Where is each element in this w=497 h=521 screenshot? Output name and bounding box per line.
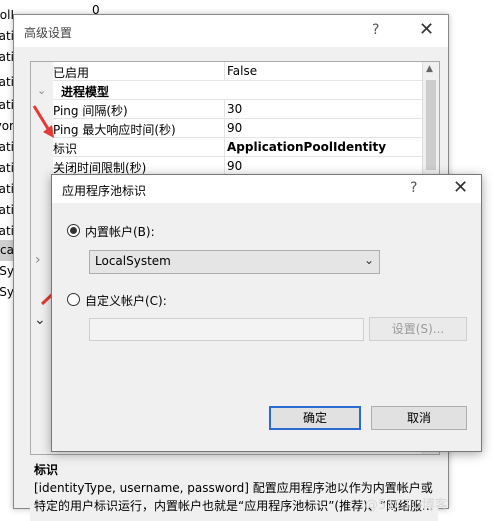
close-button[interactable]: ✕ [419,19,434,40]
list-item: cati [0,29,14,43]
list-item: cati [0,224,14,238]
property-name: Ping 间隔(秒) [53,104,128,118]
advanced-settings-titlebar: 高级设置 ? ✕ [14,15,448,47]
builtin-account-select[interactable]: LocalSystem ⌄ [89,250,380,274]
property-value: False [227,64,258,78]
builtin-account-label[interactable]: 内置帐户(B): [85,223,155,240]
list-item: cati [0,182,14,196]
property-value: ApplicationPoolIdentity [227,140,387,154]
select-value: LocalSystem [95,254,171,268]
list-item: Sy [0,285,14,299]
custom-account-label[interactable]: 自定义帐户(C): [85,292,167,309]
property-row-identity[interactable]: 标识 ApplicationPoolIdentity [31,138,423,157]
column-divider [224,138,225,157]
list-item: cati [0,203,14,217]
list-item: cati [0,75,14,89]
property-name: 标识 [53,142,78,156]
chevron-down-icon: ⌄ [363,253,374,267]
description-heading: 标识 [34,463,59,477]
scrollbar-thumb[interactable] [426,80,436,170]
chevron-down-icon[interactable]: ⌄ [34,312,46,328]
custom-account-field[interactable] [89,318,364,341]
section-title: 进程模型 [61,85,110,99]
background-app-pool-list: cationPoolI cati cati cati cati vor cati… [0,0,14,521]
column-divider [224,100,225,119]
scroll-up-icon[interactable]: ▲ [426,64,433,74]
window-title: 高级设置 [24,26,73,40]
watermark: @51CTO博客 [365,498,448,513]
set-credentials-button[interactable]: 设置(S)... [369,317,467,341]
property-name: Ping 最大响应时间(秒) [53,123,176,137]
column-divider [224,119,225,138]
list-item: cati [0,161,14,175]
custom-account-radio[interactable] [67,293,80,306]
help-button[interactable]: ? [410,180,417,196]
list-item: cati [0,98,14,112]
list-item: cationPoolI [0,8,14,22]
property-row[interactable]: 已启用 False [31,62,423,81]
annotation-arrow-icon [32,105,54,138]
dialog-titlebar: 应用程序池标识 ? ✕ [52,175,481,203]
close-button[interactable]: ✕ [453,177,468,198]
property-value: 90 [227,121,243,135]
list-item: vor [0,119,14,133]
app-pool-identity-dialog: 应用程序池标识 ? ✕ 内置帐户(B): LocalSystem ⌄ 自定义帐户… [51,174,482,452]
list-item: cati [0,50,14,64]
builtin-account-radio[interactable] [67,224,80,237]
list-item-selected: ca [0,240,14,261]
cancel-button[interactable]: 取消 [371,406,467,430]
column-divider [224,62,225,81]
property-section[interactable]: 进程模型 [31,81,423,100]
help-button[interactable]: ? [372,22,379,38]
property-name: 已启用 [53,66,90,80]
property-value: 30 [227,102,243,116]
dialog-title: 应用程序池标识 [62,184,147,198]
list-item: cati [0,140,14,154]
list-item: Sy [0,264,14,278]
ok-button[interactable]: 确定 [269,406,361,430]
property-row[interactable]: Ping 最大响应时间(秒) 90 [31,119,423,138]
property-row[interactable]: Ping 间隔(秒) 30 [31,100,423,119]
property-value: 90 [227,159,243,173]
